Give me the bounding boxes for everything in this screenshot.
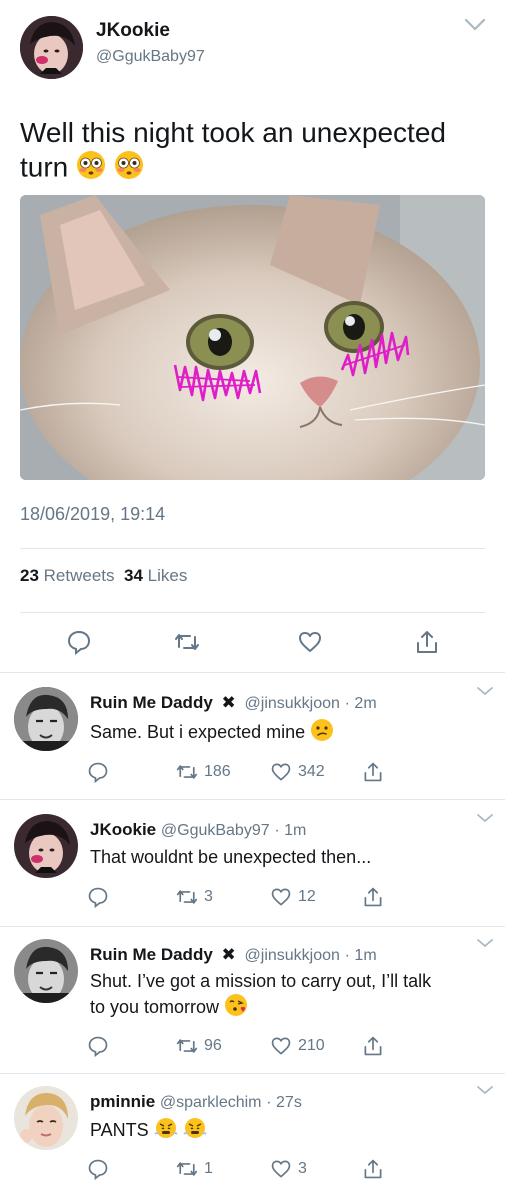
reply-text-line1: Shut. I’ve got a mission to carry out, I… [90,971,432,991]
retweets-label[interactable]: Retweets [44,566,115,585]
tweet-photo[interactable] [20,195,485,480]
reply-text-line2: to you tomorrow [90,996,220,1017]
reply-header: Ruin Me Daddy ✖ @jinsukkjoon · 1m [90,945,377,965]
engagement-stats: 23 Retweets 34 Likes [20,566,187,586]
chevron-down-icon[interactable] [476,812,494,824]
like-icon[interactable] [270,1035,292,1057]
like-icon[interactable] [270,886,292,908]
divider [20,612,485,613]
reply-tweet[interactable]: Ruin Me Daddy ✖ @jinsukkjoon · 1m Shut. … [0,927,505,1073]
reply-icon[interactable] [87,886,109,908]
like-count: 210 [298,1037,325,1054]
reply-time: · 2m [344,695,377,712]
reply-text-content: PANTS [90,1119,149,1140]
share-icon[interactable] [414,629,440,655]
retweet-count: 1 [204,1160,213,1177]
likes-label[interactable]: Likes [148,566,188,585]
reply-tweet[interactable]: pminnie @sparklechim · 27s PANTS 1 3 [0,1074,505,1200]
retweet-count: 96 [204,1037,222,1054]
avatar[interactable] [14,939,78,1003]
reply-icon[interactable] [87,1035,109,1057]
reply-tweet[interactable]: Ruin Me Daddy ✖ @jinsukkjoon · 2m Same. … [0,673,505,799]
reply-author-name[interactable]: pminnie [90,1092,155,1111]
reply-icon[interactable] [66,629,92,655]
reply-text: Same. But i expected mine [90,718,490,748]
avatar[interactable] [14,814,78,878]
confused-face-emoji [310,718,334,748]
retweet-icon[interactable] [174,629,200,655]
flushed-face-emoji [76,150,106,188]
share-icon[interactable] [362,761,384,783]
likes-count[interactable]: 34 [124,566,143,585]
reply-tweet[interactable]: JKookie @GgukBaby97 · 1m That wouldnt be… [0,800,505,926]
reply-text: That wouldnt be unexpected then... [90,847,372,867]
chevron-down-icon[interactable] [476,937,494,949]
reply-author-handle[interactable]: @jinsukkjoon [245,695,340,712]
chevron-down-icon[interactable] [462,14,488,34]
tweet-timestamp: 18/06/2019, 19:14 [20,504,166,524]
face-blowing-kiss-emoji [224,993,248,1023]
x-badge-icon: ✖ [221,693,236,712]
author-name[interactable]: JKookie [96,20,170,42]
reply-text: Shut. I’ve got a mission to carry out, I… [90,969,495,1023]
reply-author-name[interactable]: Ruin Me Daddy [90,693,213,712]
like-icon[interactable] [297,629,323,655]
like-icon[interactable] [270,761,292,783]
share-icon[interactable] [362,886,384,908]
retweet-count: 186 [204,763,231,780]
reply-author-handle[interactable]: @GgukBaby97 [161,822,270,839]
face-with-steam-emoji [183,1116,207,1146]
like-count: 342 [298,763,325,780]
reply-time: · 1m [274,822,307,839]
chevron-down-icon[interactable] [476,685,494,697]
flushed-face-emoji [114,150,144,188]
retweet-icon[interactable] [176,886,198,908]
tweet-text-line2: turn [20,151,69,183]
tweet-actions [0,626,505,662]
share-icon[interactable] [362,1158,384,1180]
reply-text: PANTS [90,1116,490,1146]
reply-time: · 1m [344,947,377,964]
reply-header: JKookie @GgukBaby97 · 1m [90,820,306,840]
reply-time: · 27s [266,1094,302,1111]
reply-author-name[interactable]: JKookie [90,820,156,839]
like-icon[interactable] [270,1158,292,1180]
x-badge-icon: ✖ [221,945,236,964]
retweet-icon[interactable] [176,761,198,783]
tweet-text: Well this night took an unexpected turn [20,116,480,188]
share-icon[interactable] [362,1035,384,1057]
like-count: 12 [298,888,316,905]
reply-author-name[interactable]: Ruin Me Daddy [90,945,213,964]
avatar[interactable] [20,16,83,79]
retweets-count[interactable]: 23 [20,566,39,585]
chevron-down-icon[interactable] [476,1084,494,1096]
reply-text-content: Same. But i expected mine [90,721,306,742]
reply-author-handle[interactable]: @jinsukkjoon [245,947,340,964]
retweet-icon[interactable] [176,1035,198,1057]
avatar[interactable] [14,1086,78,1150]
retweet-icon[interactable] [176,1158,198,1180]
avatar[interactable] [14,687,78,751]
main-tweet: JKookie @GgukBaby97 Well this night took… [0,0,505,672]
face-with-steam-emoji [153,1116,178,1146]
retweet-count: 3 [204,888,213,905]
reply-header: Ruin Me Daddy ✖ @jinsukkjoon · 2m [90,693,377,713]
like-count: 3 [298,1160,307,1177]
tweet-text-line1: Well this night took an unexpected [20,117,446,148]
reply-author-handle[interactable]: @sparklechim [160,1094,262,1111]
reply-icon[interactable] [87,761,109,783]
reply-icon[interactable] [87,1158,109,1180]
divider [20,548,485,549]
author-handle[interactable]: @GgukBaby97 [96,48,205,66]
reply-header: pminnie @sparklechim · 27s [90,1092,302,1112]
